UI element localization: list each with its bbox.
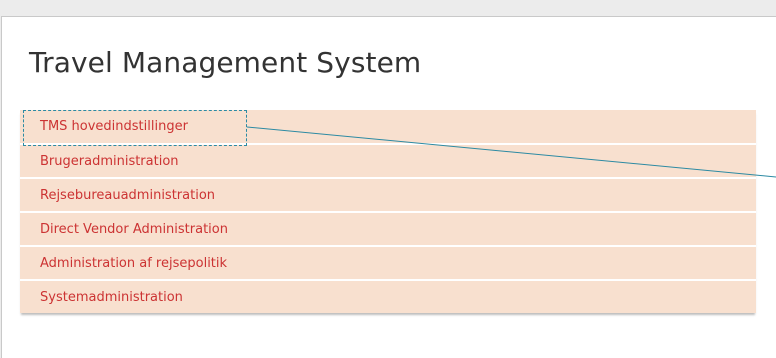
menu-item-tms-main-settings[interactable]: TMS hovedindstillinger <box>20 110 756 143</box>
menu-item-user-administration[interactable]: Brugeradministration <box>20 143 756 177</box>
admin-menu: TMS hovedindstillinger Brugeradministrat… <box>20 110 756 313</box>
menu-item-travel-policy-administration[interactable]: Administration af rejsepolitik <box>20 245 756 279</box>
menu-item-travel-agency-administration[interactable]: Rejsebureauadministration <box>20 177 756 211</box>
page-title: Travel Management System <box>29 46 422 79</box>
menu-item-direct-vendor-administration[interactable]: Direct Vendor Administration <box>20 211 756 245</box>
menu-item-system-administration[interactable]: Systemadministration <box>20 279 756 313</box>
